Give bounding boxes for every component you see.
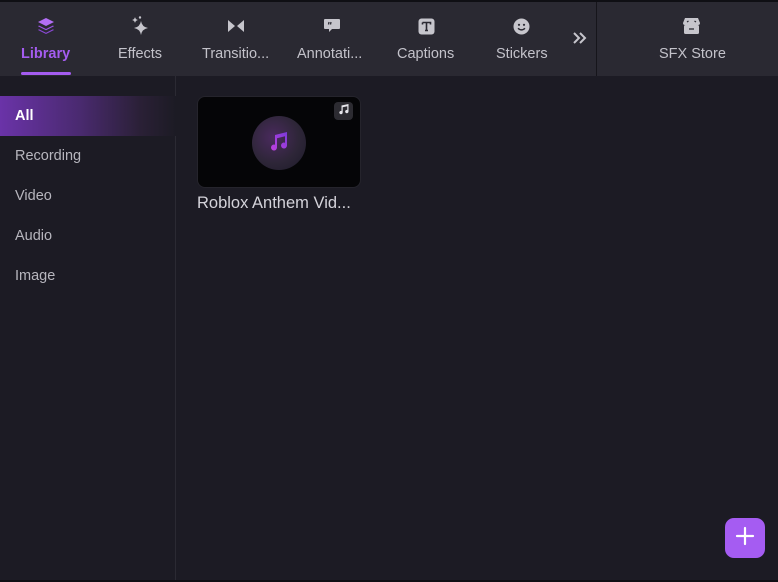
media-type-badge — [334, 102, 353, 120]
sparkles-icon — [130, 16, 150, 36]
sidebar-item-label: Recording — [15, 148, 82, 164]
tab-transitions[interactable]: Transitio... — [198, 2, 274, 76]
music-note-icon — [268, 130, 290, 157]
layers-icon — [36, 16, 56, 36]
sidebar-item-label: All — [15, 108, 34, 124]
smiley-icon — [511, 16, 531, 36]
tab-label: Annotati... — [297, 46, 363, 62]
music-note-icon — [338, 102, 350, 120]
text-box-icon — [416, 16, 436, 36]
tab-effects[interactable]: Effects — [110, 2, 170, 76]
tab-stickers[interactable]: Stickers — [492, 2, 550, 76]
bowtie-icon — [226, 16, 246, 36]
audio-disc — [252, 116, 306, 170]
sidebar-item-image[interactable]: Image — [0, 256, 176, 296]
tab-annotations[interactable]: Annotati... — [294, 2, 370, 76]
sfx-store-button[interactable]: SFX Store — [656, 2, 726, 76]
category-sidebar: All Recording Video Audio Image — [0, 76, 176, 580]
tab-captions[interactable]: Captions — [394, 2, 458, 76]
media-title: Roblox Anthem Vid... — [197, 194, 351, 212]
tab-label: Effects — [118, 46, 163, 62]
sidebar-item-video[interactable]: Video — [0, 176, 176, 216]
divider — [596, 2, 597, 76]
add-media-button[interactable] — [725, 518, 765, 558]
more-tabs-button[interactable] — [568, 28, 592, 52]
media-library-panel: Library Effects Transitio... Annotati... — [0, 2, 778, 580]
tab-library[interactable]: Library — [14, 2, 78, 76]
tab-label: Captions — [397, 46, 455, 62]
media-thumbnail[interactable] — [197, 96, 361, 188]
media-grid: Roblox Anthem Vid... — [177, 76, 778, 580]
sidebar-item-audio[interactable]: Audio — [0, 216, 176, 256]
active-tab-indicator — [21, 72, 71, 75]
plus-icon — [735, 526, 755, 551]
store-label: SFX Store — [659, 46, 726, 62]
store-icon — [681, 16, 701, 36]
speech-bubble-icon — [322, 16, 342, 36]
tab-label: Transitio... — [202, 46, 270, 62]
tab-label: Stickers — [496, 46, 548, 62]
sidebar-item-label: Video — [15, 188, 52, 204]
sidebar-item-label: Audio — [15, 228, 53, 244]
sidebar-item-recording[interactable]: Recording — [0, 136, 176, 176]
top-tab-bar: Library Effects Transitio... Annotati... — [0, 2, 778, 76]
sidebar-item-label: Image — [15, 268, 56, 284]
double-chevron-right-icon — [572, 31, 588, 50]
sidebar-item-all[interactable]: All — [0, 96, 176, 136]
media-item[interactable]: Roblox Anthem Vid... — [197, 96, 361, 213]
tab-label: Library — [21, 46, 71, 62]
